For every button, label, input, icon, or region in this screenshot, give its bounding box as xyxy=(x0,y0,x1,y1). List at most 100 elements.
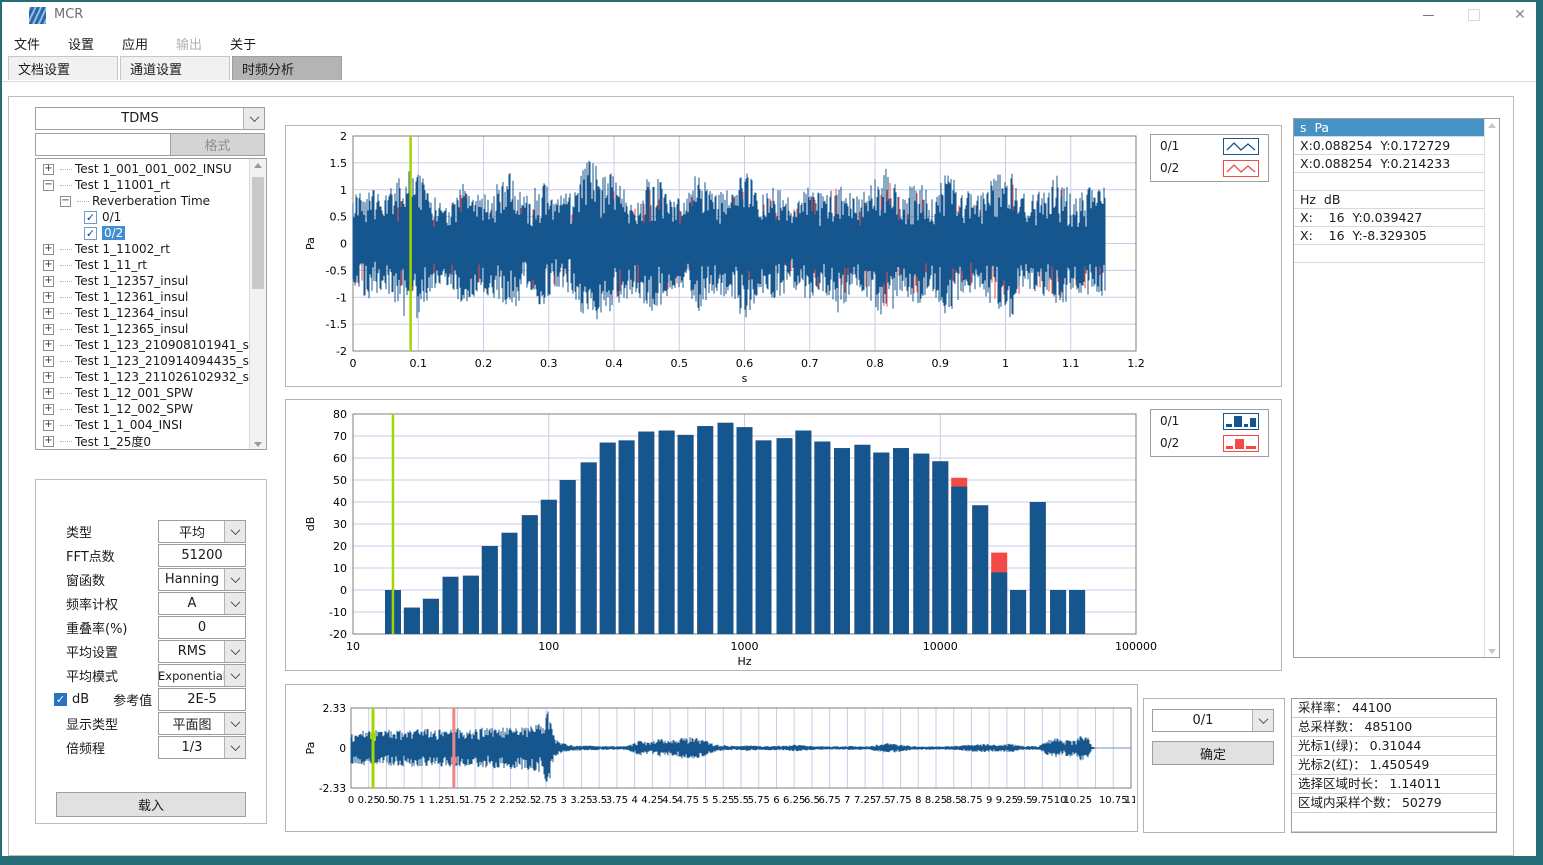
cursor-list-scrollbar[interactable] xyxy=(1484,119,1499,657)
confirm-button[interactable]: 确定 xyxy=(1152,741,1274,765)
expand-icon[interactable]: + xyxy=(43,308,54,319)
tree-item[interactable]: +Test 1_12357_insul xyxy=(36,273,266,289)
expand-icon[interactable]: + xyxy=(43,436,54,447)
tab-document-settings[interactable]: 文档设置 xyxy=(8,56,118,80)
expand-icon[interactable]: + xyxy=(43,340,54,351)
spectrum-bar-0-1[interactable] xyxy=(443,577,459,634)
form-input[interactable]: 51200 xyxy=(158,544,246,567)
tree-item[interactable]: ✓0/2 xyxy=(36,225,266,241)
spectrum-bar-0-1[interactable] xyxy=(991,572,1007,634)
format-button[interactable]: 格式 xyxy=(170,133,265,156)
spectrum-bar-0-1[interactable] xyxy=(502,533,518,634)
cursor-value-row[interactable] xyxy=(1294,245,1484,263)
tree-item[interactable]: +Test 1_12_001_SPW xyxy=(36,385,266,401)
cursor-value-row[interactable]: X: 16 Y:0.039427 xyxy=(1294,209,1484,227)
cursor-value-row[interactable]: Hz dB xyxy=(1294,191,1484,209)
form-input[interactable]: 0 xyxy=(158,616,246,639)
tree-item[interactable]: −Reverberation Time xyxy=(36,193,266,209)
tab-channel-settings[interactable]: 通道设置 xyxy=(120,56,230,80)
menu-item-output[interactable]: 输出 xyxy=(162,30,216,56)
cursor-value-row[interactable]: X:0.088254 Y:0.214233 xyxy=(1294,155,1484,173)
form-select[interactable]: Hanning xyxy=(158,568,246,591)
form-select[interactable]: Exponential xyxy=(158,664,246,687)
expand-icon[interactable]: + xyxy=(43,292,54,303)
spectrum-bar-0-1[interactable] xyxy=(893,448,909,634)
expand-icon[interactable]: + xyxy=(43,372,54,383)
scroll-down-icon[interactable] xyxy=(1488,649,1496,654)
cursor-value-row[interactable]: X: 16 Y:-8.329305 xyxy=(1294,227,1484,245)
spectrum-bar-0-1[interactable] xyxy=(737,427,753,634)
spectrum-bar-0-1[interactable] xyxy=(756,440,772,634)
channel-checkbox[interactable]: ✓ xyxy=(84,227,97,240)
scroll-up-icon[interactable] xyxy=(1488,123,1496,128)
spectrum-bar-0-1[interactable] xyxy=(718,423,734,634)
expand-icon[interactable]: + xyxy=(43,276,54,287)
expand-icon[interactable]: + xyxy=(43,244,54,255)
menu-item-apply[interactable]: 应用 xyxy=(108,30,162,56)
spectrum-bar-0-1[interactable] xyxy=(463,576,479,634)
form-select[interactable]: 平面图 xyxy=(158,712,246,735)
spectrum-chart[interactable]: 80706050403020100-10-2010100100010000100… xyxy=(286,400,1279,668)
filter-input[interactable] xyxy=(35,133,171,156)
tree-item[interactable]: +Test 1_123_210914094435_spw xyxy=(36,353,266,369)
tree-item[interactable]: +Test 1_12_002_SPW xyxy=(36,401,266,417)
cursor-value-row[interactable]: X:0.088254 Y:0.172729 xyxy=(1294,137,1484,155)
tree-item[interactable]: +Test 1_123_210908101941_spw xyxy=(36,337,266,353)
spectrum-bar-0-1[interactable] xyxy=(678,435,694,634)
load-button[interactable]: 载入 xyxy=(56,792,246,817)
form-select[interactable]: 平均 xyxy=(158,520,246,543)
tree-item[interactable]: +Test 1_11002_rt xyxy=(36,241,266,257)
maximize-button[interactable] xyxy=(1451,0,1497,30)
reference-value-input[interactable]: 2E-5 xyxy=(158,688,246,711)
spectrum-bar-0-1[interactable] xyxy=(404,608,420,634)
form-select[interactable]: RMS xyxy=(158,640,246,663)
spectrum-bar-0-1[interactable] xyxy=(795,431,811,635)
expand-icon[interactable]: + xyxy=(43,388,54,399)
spectrum-bar-0-1[interactable] xyxy=(913,454,929,634)
spectrum-bar-0-1[interactable] xyxy=(697,426,713,634)
menu-item-about[interactable]: 关于 xyxy=(216,30,270,56)
expand-icon[interactable]: + xyxy=(43,164,54,175)
spectrum-bar-0-1[interactable] xyxy=(1050,590,1066,634)
tree-item[interactable]: +Test 1_11_rt xyxy=(36,257,266,273)
tab-time-frequency-analysis[interactable]: 时频分析 xyxy=(232,56,342,80)
tree-item[interactable]: +Test 1_12364_insul xyxy=(36,305,266,321)
tree-item[interactable]: −Test 1_11001_rt xyxy=(36,177,266,193)
spectrum-bar-0-1[interactable] xyxy=(619,440,635,634)
spectrum-bar-0-1[interactable] xyxy=(560,480,576,634)
tree-item[interactable]: +Test 1_25度0 xyxy=(36,433,266,449)
spectrum-bar-0-1[interactable] xyxy=(1030,502,1046,634)
scroll-down-icon[interactable] xyxy=(254,442,262,447)
spectrum-bar-0-1[interactable] xyxy=(873,453,889,635)
file-format-select[interactable]: TDMS xyxy=(35,107,265,130)
spectrum-bar-0-1[interactable] xyxy=(581,462,597,634)
expand-icon[interactable]: + xyxy=(43,356,54,367)
form-select[interactable]: A xyxy=(158,592,246,615)
tree-item[interactable]: +Test 1_12365_insul xyxy=(36,321,266,337)
spectrum-bar-0-1[interactable] xyxy=(600,443,616,634)
spectrum-bar-0-1[interactable] xyxy=(1010,590,1026,634)
tree-item[interactable]: ✓0/1 xyxy=(36,209,266,225)
db-checkbox[interactable]: ✓ xyxy=(54,693,67,706)
spectrum-bar-0-1[interactable] xyxy=(834,448,850,634)
spectrum-bar-0-1[interactable] xyxy=(972,505,988,634)
menu-item-file[interactable]: 文件 xyxy=(0,30,54,56)
spectrum-bar-0-1[interactable] xyxy=(541,500,557,634)
tree-scrollbar-thumb[interactable] xyxy=(252,177,264,289)
minimize-button[interactable] xyxy=(1405,0,1451,30)
spectrum-bar-0-1[interactable] xyxy=(951,487,967,634)
overview-channel-select[interactable]: 0/1 xyxy=(1152,709,1274,732)
spectrum-bar-0-1[interactable] xyxy=(482,546,498,634)
spectrum-bar-0-1[interactable] xyxy=(638,432,654,634)
tree-item[interactable]: +Test 1_123_211026102932_spw xyxy=(36,369,266,385)
spectrum-bar-0-1[interactable] xyxy=(659,431,675,635)
scroll-up-icon[interactable] xyxy=(254,163,262,168)
expand-icon[interactable]: + xyxy=(43,420,54,431)
channel-checkbox[interactable]: ✓ xyxy=(84,211,97,224)
expand-icon[interactable]: + xyxy=(43,324,54,335)
cursor-value-row[interactable]: s Pa xyxy=(1294,119,1484,137)
spectrum-bar-0-1[interactable] xyxy=(777,438,793,634)
collapse-icon[interactable]: − xyxy=(43,180,54,191)
spectrum-bar-0-1[interactable] xyxy=(932,461,948,634)
tree-scrollbar[interactable] xyxy=(249,159,266,449)
